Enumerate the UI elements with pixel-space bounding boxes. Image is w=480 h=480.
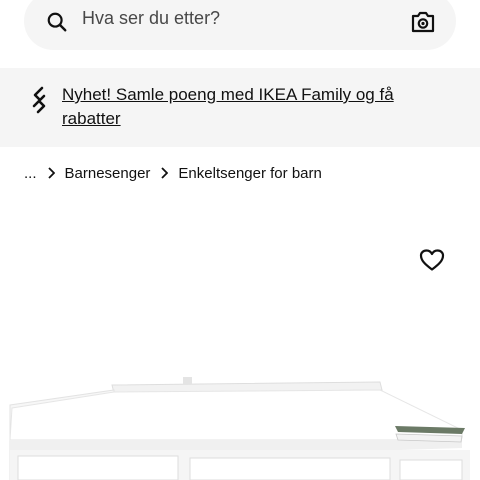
search-input[interactable]: Hva ser du etter?	[82, 8, 220, 29]
breadcrumb-ellipsis[interactable]: ...	[24, 165, 37, 182]
search-icon[interactable]	[46, 11, 68, 33]
chevron-right-icon	[47, 167, 55, 179]
heart-icon[interactable]	[419, 248, 445, 272]
breadcrumb-item-enkeltsenger[interactable]: Enkeltsenger for barn	[178, 165, 321, 182]
product-image	[9, 377, 470, 480]
breadcrumb: ... Barnesenger Enkeltsenger for barn	[24, 162, 322, 184]
family-card-icon	[32, 86, 46, 114]
search-bar[interactable]: Hva ser du etter?	[24, 0, 456, 50]
chevron-right-icon	[161, 167, 169, 179]
promo-link[interactable]: Nyhet! Samle poeng med IKEA Family og få…	[62, 83, 442, 131]
breadcrumb-item-barnesenger[interactable]: Barnesenger	[65, 165, 151, 182]
promo-banner[interactable]: Nyhet! Samle poeng med IKEA Family og få…	[0, 68, 480, 147]
camera-icon[interactable]	[410, 10, 436, 34]
